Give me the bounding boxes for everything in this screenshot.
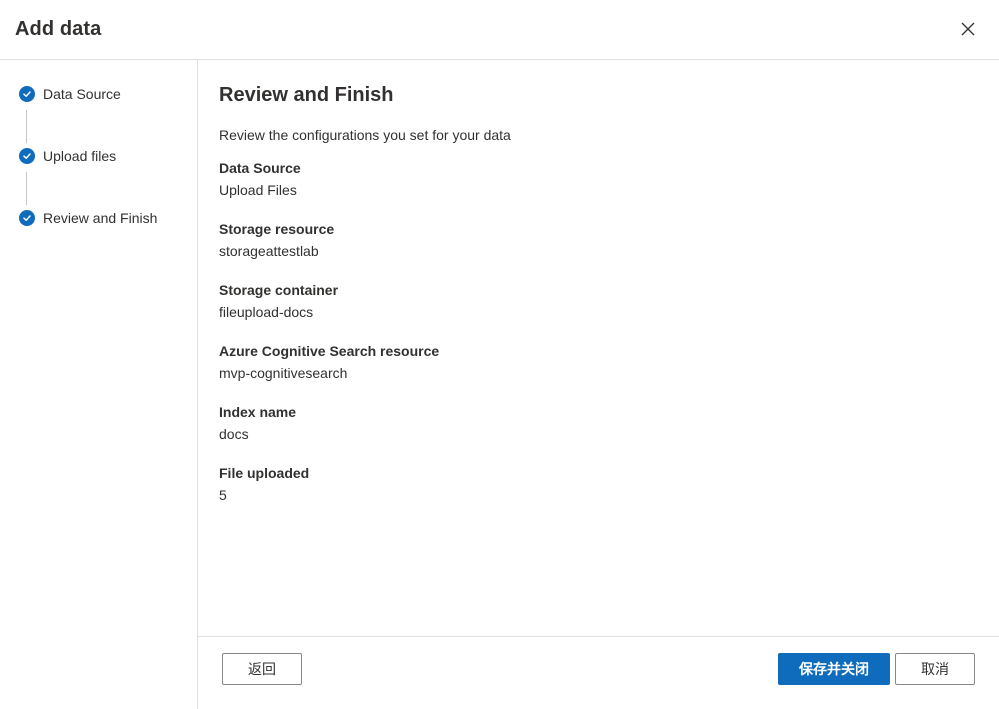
back-button[interactable]: 返回 bbox=[222, 653, 302, 685]
field-value: 5 bbox=[219, 487, 227, 503]
field-label: Storage container bbox=[219, 282, 339, 298]
summary-field-storage-container: Storage container fileupload-docs bbox=[219, 280, 338, 322]
checkmark-icon bbox=[19, 210, 35, 226]
field-label: Azure Cognitive Search resource bbox=[219, 343, 440, 359]
step-connector bbox=[26, 172, 27, 205]
field-value: fileupload-docs bbox=[219, 304, 314, 320]
add-data-dialog: Add data Data Source Upload files Review… bbox=[0, 0, 999, 709]
summary-field-data-source: Data Source Upload Files bbox=[219, 158, 301, 200]
summary-field-index-name: Index name docs bbox=[219, 402, 296, 444]
step-label: Upload files bbox=[43, 148, 117, 164]
step-label: Review and Finish bbox=[43, 210, 158, 226]
step-connector bbox=[26, 110, 27, 143]
dialog-header: Add data bbox=[0, 0, 999, 60]
step-data-source[interactable]: Data Source bbox=[19, 86, 121, 102]
wizard-steps: Data Source Upload files Review and Fini… bbox=[0, 60, 198, 709]
field-value: Upload Files bbox=[219, 182, 297, 198]
summary-field-file-uploaded: File uploaded 5 bbox=[219, 463, 309, 505]
dialog-title: Add data bbox=[15, 18, 102, 40]
field-value: mvp-cognitivesearch bbox=[219, 365, 348, 381]
section-description: Review the configurations you set for yo… bbox=[219, 127, 511, 143]
summary-field-storage-resource: Storage resource storageattestlab bbox=[219, 219, 334, 261]
review-panel: Review and Finish Review the configurati… bbox=[198, 60, 999, 636]
step-review-finish[interactable]: Review and Finish bbox=[19, 210, 157, 226]
section-title: Review and Finish bbox=[219, 84, 394, 106]
field-label: File uploaded bbox=[219, 465, 310, 481]
save-and-close-button[interactable]: 保存并关闭 bbox=[778, 653, 890, 685]
field-label: Storage resource bbox=[219, 221, 335, 237]
cancel-button[interactable]: 取消 bbox=[895, 653, 975, 685]
field-label: Data Source bbox=[219, 160, 301, 176]
step-label: Data Source bbox=[43, 86, 121, 102]
close-icon bbox=[961, 22, 975, 41]
summary-field-search-resource: Azure Cognitive Search resource mvp-cogn… bbox=[219, 341, 439, 383]
dialog-footer: 返回 保存并关闭 取消 bbox=[198, 636, 999, 709]
field-label: Index name bbox=[219, 404, 297, 420]
checkmark-icon bbox=[19, 86, 35, 102]
step-upload-files[interactable]: Upload files bbox=[19, 148, 116, 164]
checkmark-icon bbox=[19, 148, 35, 164]
close-button[interactable] bbox=[955, 18, 981, 44]
field-value: storageattestlab bbox=[219, 243, 319, 259]
field-value: docs bbox=[219, 426, 249, 442]
